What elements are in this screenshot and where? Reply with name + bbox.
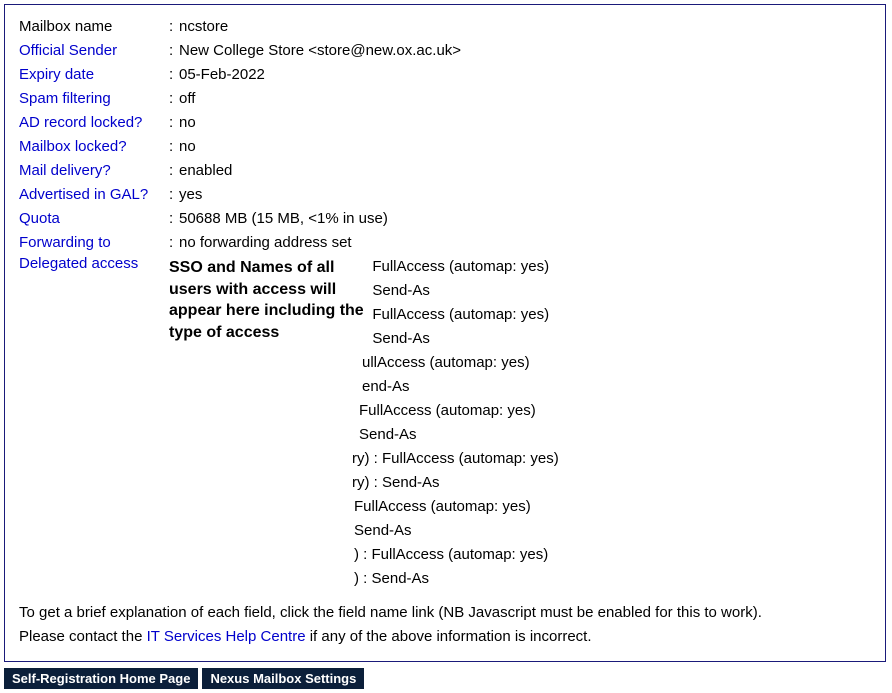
footer-line2-pre: Please contact the <box>19 628 147 645</box>
delegated-entry: ullAccess (automap: yes) <box>169 351 871 375</box>
delegated-entry: ry) : FullAccess (automap: yes) <box>169 447 871 471</box>
self-registration-home-button[interactable]: Self-Registration Home Page <box>4 668 198 689</box>
annotation-overlay: SSO and Names of all users with access w… <box>169 255 369 345</box>
row-ad-record-locked: AD record locked? : no <box>19 111 871 135</box>
value-mailbox-locked: no <box>179 135 196 159</box>
label-official-sender[interactable]: Official Sender <box>19 42 117 59</box>
value-mailbox-name: ncstore <box>179 15 228 39</box>
value-expiry-date: 05-Feb-2022 <box>179 63 265 87</box>
delegated-entry-text: Send-As <box>359 426 417 443</box>
footer-line2: Please contact the IT Services Help Cent… <box>19 625 871 649</box>
value-spam-filtering: off <box>179 87 195 111</box>
delegated-entry-text: Send-As <box>354 522 412 539</box>
mailbox-info-panel: Mailbox name : ncstore Official Sender :… <box>4 4 886 662</box>
annotation-text: SSO and Names of all users with access w… <box>169 257 369 343</box>
nexus-mailbox-settings-button[interactable]: Nexus Mailbox Settings <box>202 668 364 689</box>
value-official-sender: New College Store <store@new.ox.ac.uk> <box>179 39 461 63</box>
it-services-help-centre-link[interactable]: IT Services Help Centre <box>147 628 306 645</box>
label-mailbox-locked[interactable]: Mailbox locked? <box>19 138 127 155</box>
row-mailbox-locked: Mailbox locked? : no <box>19 135 871 159</box>
footer-line2-post: if any of the above information is incor… <box>306 628 592 645</box>
delegated-entry: Send-As <box>169 519 871 543</box>
label-mailbox-name: Mailbox name <box>19 15 169 39</box>
delegated-entry: Send-As <box>169 423 871 447</box>
row-mail-delivery: Mail delivery? : enabled <box>19 159 871 183</box>
label-spam-filtering[interactable]: Spam filtering <box>19 90 111 107</box>
nav-buttons: Self-Registration Home Page Nexus Mailbo… <box>4 668 888 689</box>
separator: : <box>169 231 179 255</box>
delegated-entry-prefix: ) : <box>354 570 372 587</box>
label-delegated-access[interactable]: Delegated access <box>19 255 138 272</box>
label-expiry-date[interactable]: Expiry date <box>19 66 94 83</box>
separator: : <box>169 135 179 159</box>
delegated-entry-text: end-As <box>362 378 410 395</box>
delegated-entry-prefix: ) : <box>354 546 372 563</box>
delegated-entry-text: FullAccess (automap: yes) <box>354 498 531 515</box>
delegated-entry-text: FullAccess (automap: yes) <box>372 546 549 563</box>
value-advertised-in-gal: yes <box>179 183 202 207</box>
delegated-entry-text: Send-As <box>382 474 440 491</box>
row-official-sender: Official Sender : New College Store <sto… <box>19 39 871 63</box>
separator: : <box>169 207 179 231</box>
row-spam-filtering: Spam filtering : off <box>19 87 871 111</box>
row-advertised-in-gal: Advertised in GAL? : yes <box>19 183 871 207</box>
row-mailbox-name: Mailbox name : ncstore <box>19 15 871 39</box>
value-ad-record-locked: no <box>179 111 196 135</box>
footer-line1: To get a brief explanation of each field… <box>19 601 871 625</box>
separator: : <box>169 159 179 183</box>
delegated-entry-text: FullAccess (automap: yes) <box>372 306 549 323</box>
row-forwarding-to: Forwarding to : no forwarding address se… <box>19 231 871 255</box>
separator: : <box>169 39 179 63</box>
delegated-entry-text: FullAccess (automap: yes) <box>382 450 559 467</box>
label-ad-record-locked[interactable]: AD record locked? <box>19 114 142 131</box>
value-quota: 50688 MB (15 MB, <1% in use) <box>179 207 388 231</box>
separator: : <box>169 87 179 111</box>
delegated-entry: FullAccess (automap: yes) <box>169 399 871 423</box>
delegated-entry: ry) : Send-As <box>169 471 871 495</box>
delegated-entry: end-As <box>169 375 871 399</box>
label-advertised-in-gal[interactable]: Advertised in GAL? <box>19 186 148 203</box>
label-mail-delivery[interactable]: Mail delivery? <box>19 162 111 179</box>
value-forwarding-to: no forwarding address set <box>179 231 352 255</box>
label-quota[interactable]: Quota <box>19 210 60 227</box>
delegated-entry-text: FullAccess (automap: yes) <box>372 258 549 275</box>
label-forwarding-to[interactable]: Forwarding to <box>19 234 111 251</box>
delegated-entry-text: Send-As <box>372 282 430 299</box>
delegated-entry-prefix: ry) : <box>352 450 382 467</box>
row-quota: Quota : 50688 MB (15 MB, <1% in use) <box>19 207 871 231</box>
footer-note: To get a brief explanation of each field… <box>19 601 871 649</box>
delegated-entry-prefix: ry) : <box>352 474 382 491</box>
delegated-entry-text: FullAccess (automap: yes) <box>359 402 536 419</box>
separator: : <box>169 63 179 87</box>
delegated-entry-text: Send-As <box>372 570 430 587</box>
delegated-entry-text: Send-As <box>372 330 430 347</box>
delegated-entry: FullAccess (automap: yes) <box>169 495 871 519</box>
row-delegated-access: Delegated access SSO and Names of all us… <box>19 255 871 591</box>
delegated-entry: ) : Send-As <box>169 567 871 591</box>
delegated-entry: ) : FullAccess (automap: yes) <box>169 543 871 567</box>
separator: : <box>169 15 179 39</box>
row-expiry-date: Expiry date : 05-Feb-2022 <box>19 63 871 87</box>
separator: : <box>169 183 179 207</box>
separator: : <box>169 111 179 135</box>
delegated-entry-text: ullAccess (automap: yes) <box>362 354 530 371</box>
value-mail-delivery: enabled <box>179 159 232 183</box>
